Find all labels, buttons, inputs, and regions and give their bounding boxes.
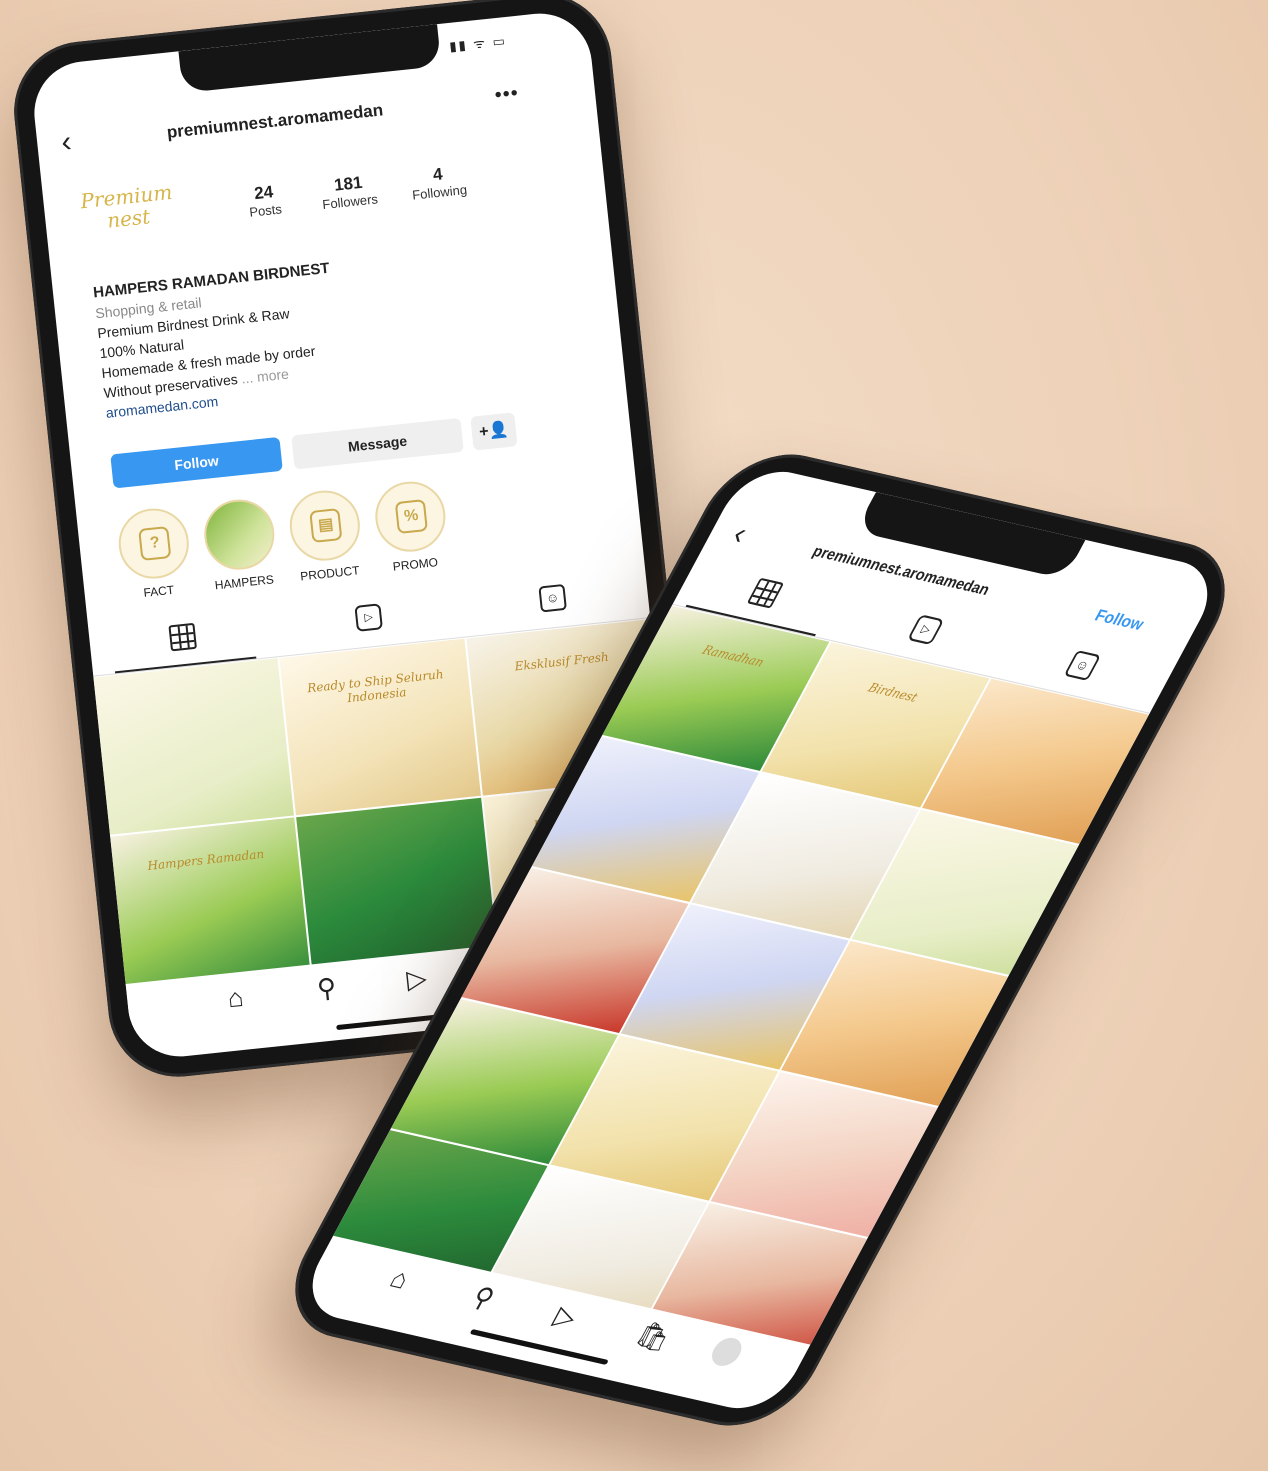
stat-posts[interactable]: 24 Posts (228, 180, 301, 222)
profile-nav-avatar[interactable] (706, 1335, 747, 1369)
profile-avatar[interactable]: Premium nest (70, 180, 187, 263)
highlight-circle (200, 496, 278, 574)
add-person-button[interactable]: +👤 (470, 412, 518, 451)
highlight-label: FACT (142, 582, 175, 600)
tagged-tab-icon[interactable]: ☺ (538, 583, 567, 613)
grid-post[interactable] (93, 658, 295, 835)
search-icon[interactable]: ⚲ (316, 972, 338, 1004)
post-caption (525, 895, 668, 928)
post-caption (914, 837, 1057, 870)
follow-button[interactable]: Follow (110, 436, 283, 489)
post-caption (595, 764, 738, 797)
search-icon[interactable]: ⚲ (467, 1281, 500, 1314)
post-caption (985, 706, 1128, 739)
highlight-promo[interactable]: % PROMO (367, 478, 456, 576)
profile-username: premiumnest.aromamedan (165, 100, 384, 142)
reels-tab-icon[interactable]: ▷ (354, 603, 383, 632)
highlight-product[interactable]: ▤ PRODUCT (281, 487, 370, 585)
bio-more-link[interactable]: ... more (241, 366, 290, 387)
post-caption (543, 1194, 686, 1227)
tag-icon: % (394, 499, 428, 535)
reels-tab-icon[interactable]: ▷ (907, 614, 945, 646)
post-caption: Ramadhan (699, 642, 767, 670)
highlight-fact[interactable]: ? FACT (110, 505, 199, 603)
post-caption (384, 1157, 527, 1190)
reels-icon[interactable]: ▷ (549, 1300, 583, 1334)
highlight-label: HAMPERS (214, 572, 275, 593)
status-icons: ▮▮ ᯤ ▭ (448, 32, 508, 54)
reels-icon[interactable]: ▷ (405, 963, 428, 995)
post-caption (104, 685, 272, 703)
post-caption (684, 931, 827, 964)
back-icon[interactable]: ‹ (727, 517, 753, 551)
post-caption (755, 800, 898, 833)
post-caption (454, 1026, 597, 1059)
highlight-hampers[interactable]: HAMPERS (196, 496, 285, 594)
highlight-label: PRODUCT (299, 563, 361, 584)
highlight-label: PROMO (392, 555, 439, 574)
highlight-circle: ? (115, 505, 193, 583)
follow-link[interactable]: Follow (1091, 607, 1147, 635)
post-caption: Ready to Ship Seluruh Indonesia (306, 667, 445, 706)
post-caption (614, 1063, 757, 1096)
grid-tab-icon[interactable] (746, 577, 785, 609)
home-icon[interactable]: ⌂ (385, 1262, 415, 1295)
post-caption: Hampers Ramadan (146, 846, 265, 873)
stat-followers[interactable]: 181 Followers (307, 170, 390, 213)
profile-bio: HAMPERS RAMADAN BIRDNEST Shopping & reta… (92, 236, 564, 423)
post-caption (773, 1099, 916, 1132)
more-options-icon[interactable]: ••• (494, 82, 520, 107)
post-caption: Birdnest (865, 680, 921, 705)
post-caption (703, 1230, 846, 1263)
document-icon: ▤ (309, 508, 343, 544)
shop-icon[interactable]: 🛍 (631, 1318, 677, 1354)
question-icon: ? (138, 526, 172, 561)
message-button[interactable]: Message (291, 417, 464, 470)
grid-post[interactable]: Ready to Ship Seluruh Indonesia (279, 638, 481, 816)
home-icon[interactable]: ⌂ (226, 982, 245, 1013)
post-caption (307, 825, 475, 843)
post-caption (844, 968, 987, 1001)
highlight-circle: % (371, 478, 449, 556)
back-icon[interactable]: ‹ (60, 125, 73, 159)
tagged-tab-icon[interactable]: ☺ (1063, 650, 1102, 681)
stat-following[interactable]: 4 Following (397, 161, 480, 204)
highlight-circle: ▤ (286, 487, 364, 565)
grid-tab-icon[interactable] (168, 622, 197, 652)
